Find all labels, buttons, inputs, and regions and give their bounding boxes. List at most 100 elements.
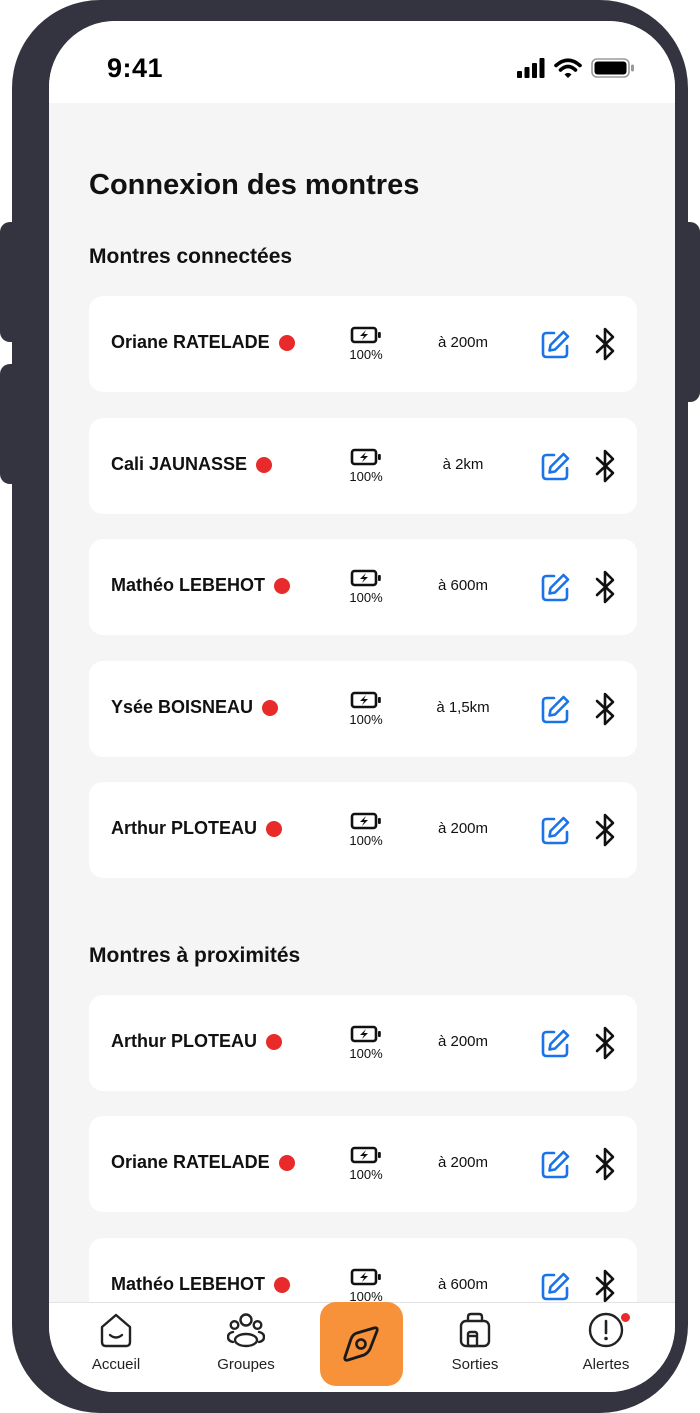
wifi-icon — [554, 57, 582, 78]
status-dot — [278, 334, 295, 351]
status-time: 9:41 — [107, 53, 164, 83]
battery-charging-icon — [350, 569, 381, 587]
groups-icon — [227, 1313, 265, 1348]
watch-card[interactable]: Mathéo LEBEHOT 100% à 600m — [89, 539, 637, 635]
battery-level: 100% — [349, 1167, 383, 1182]
bluetooth-icon[interactable] — [593, 1268, 619, 1304]
tab-label: Accueil — [91, 1356, 141, 1373]
battery-charging-icon — [350, 691, 381, 709]
watch-name-row: Cali JAUNASSE — [111, 454, 273, 475]
distance: à 600m — [437, 577, 489, 594]
distance: à 200m — [437, 1154, 489, 1171]
edit-icon[interactable] — [540, 694, 571, 725]
status-dot — [278, 1154, 295, 1171]
edit-icon[interactable] — [540, 1028, 571, 1059]
tab-alertes[interactable]: Alertes — [556, 1303, 656, 1392]
battery-level: 100% — [349, 712, 383, 727]
compass-icon — [343, 1326, 379, 1362]
battery-indicator: 100% — [343, 326, 389, 362]
tab-compass[interactable] — [320, 1302, 403, 1386]
status-dot — [274, 1276, 291, 1293]
bluetooth-icon[interactable] — [593, 1146, 619, 1182]
status-dot — [256, 456, 273, 473]
battery-status-icon — [591, 58, 634, 78]
battery-indicator: 100% — [343, 1146, 389, 1182]
battery-level: 100% — [349, 347, 383, 362]
bluetooth-icon[interactable] — [593, 691, 619, 727]
bluetooth-icon[interactable] — [593, 448, 619, 484]
bluetooth-icon[interactable] — [593, 812, 619, 848]
watch-name: Arthur PLOTEAU — [111, 818, 257, 838]
tab-label: Alertes — [582, 1356, 630, 1373]
tab-groupes[interactable]: Groupes — [196, 1303, 296, 1392]
cellular-signal-icon — [517, 58, 545, 78]
watch-name: Cali JAUNASSE — [111, 454, 248, 474]
tab-label: Groupes — [217, 1356, 275, 1373]
distance: à 600m — [437, 1276, 489, 1293]
battery-indicator: 100% — [343, 1268, 389, 1304]
bluetooth-icon[interactable] — [593, 1025, 619, 1061]
status-dot — [274, 577, 291, 594]
watch-name-row: Arthur PLOTEAU — [111, 818, 282, 839]
battery-level: 100% — [349, 590, 383, 605]
home-icon — [100, 1313, 132, 1348]
battery-indicator: 100% — [343, 569, 389, 605]
section-title-nearby: Montres à proximités — [89, 944, 301, 967]
watch-name: Mathéo LEBEHOT — [111, 1274, 266, 1294]
battery-charging-icon — [350, 1025, 381, 1043]
watch-name-row: Arthur PLOTEAU — [111, 1031, 282, 1052]
battery-charging-icon — [350, 812, 381, 830]
edit-icon[interactable] — [540, 451, 571, 482]
distance: à 1,5km — [436, 699, 490, 716]
watch-name: Oriane RATELADE — [111, 332, 270, 352]
edit-icon[interactable] — [540, 329, 571, 360]
page-title: Connexion des montres — [89, 169, 420, 201]
edit-icon[interactable] — [540, 1271, 571, 1302]
phone-frame: 9:41 Connexion des montres Montres conne… — [12, 0, 688, 1413]
status-bar: 9:41 — [49, 21, 675, 103]
watch-card[interactable]: Arthur PLOTEAU 100% à 200m — [89, 782, 637, 878]
edit-icon[interactable] — [540, 815, 571, 846]
status-dot — [262, 699, 279, 716]
battery-indicator: 100% — [343, 448, 389, 484]
watch-name-row: Mathéo LEBEHOT — [111, 1274, 291, 1295]
watch-card[interactable]: Arthur PLOTEAU 100% à 200m — [89, 995, 637, 1091]
watch-name: Ysée BOISNEAU — [111, 697, 254, 717]
watch-name-row: Oriane RATELADE — [111, 332, 295, 353]
watch-card[interactable]: Cali JAUNASSE 100% à 2km — [89, 418, 637, 514]
watch-name-row: Oriane RATELADE — [111, 1152, 295, 1173]
section-title-connected: Montres connectées — [89, 245, 293, 268]
bluetooth-icon[interactable] — [593, 326, 619, 362]
battery-indicator: 100% — [343, 812, 389, 848]
notification-badge — [620, 1312, 631, 1323]
watch-card[interactable]: Ysée BOISNEAU 100% à 1,5km — [89, 661, 637, 757]
battery-charging-icon — [350, 1146, 381, 1164]
bluetooth-icon[interactable] — [593, 569, 619, 605]
distance: à 200m — [437, 334, 489, 351]
watch-card[interactable]: Oriane RATELADE 100% à 200m — [89, 1116, 637, 1212]
distance: à 200m — [437, 820, 489, 837]
luggage-icon — [459, 1312, 491, 1348]
battery-level: 100% — [349, 833, 383, 848]
tab-accueil[interactable]: Accueil — [66, 1303, 166, 1392]
battery-charging-icon — [350, 448, 381, 466]
watch-name: Mathéo LEBEHOT — [111, 575, 266, 595]
battery-indicator: 100% — [343, 691, 389, 727]
distance: à 200m — [437, 1033, 489, 1050]
battery-indicator: 100% — [343, 1025, 389, 1061]
battery-level: 100% — [349, 1046, 383, 1061]
status-icons — [517, 57, 635, 79]
battery-level: 100% — [349, 469, 383, 484]
screen: 9:41 Connexion des montres Montres conne… — [49, 21, 675, 1392]
tab-sorties[interactable]: Sorties — [425, 1303, 525, 1392]
watch-name: Arthur PLOTEAU — [111, 1031, 257, 1051]
distance: à 2km — [442, 456, 484, 473]
battery-charging-icon — [350, 1268, 381, 1286]
status-dot — [266, 820, 282, 837]
edit-icon[interactable] — [540, 572, 571, 603]
watch-name-row: Mathéo LEBEHOT — [111, 575, 291, 596]
edit-icon[interactable] — [540, 1149, 571, 1180]
tab-label: Sorties — [451, 1356, 499, 1373]
watch-card[interactable]: Oriane RATELADE 100% à 200m — [89, 296, 637, 392]
status-dot — [266, 1033, 282, 1050]
